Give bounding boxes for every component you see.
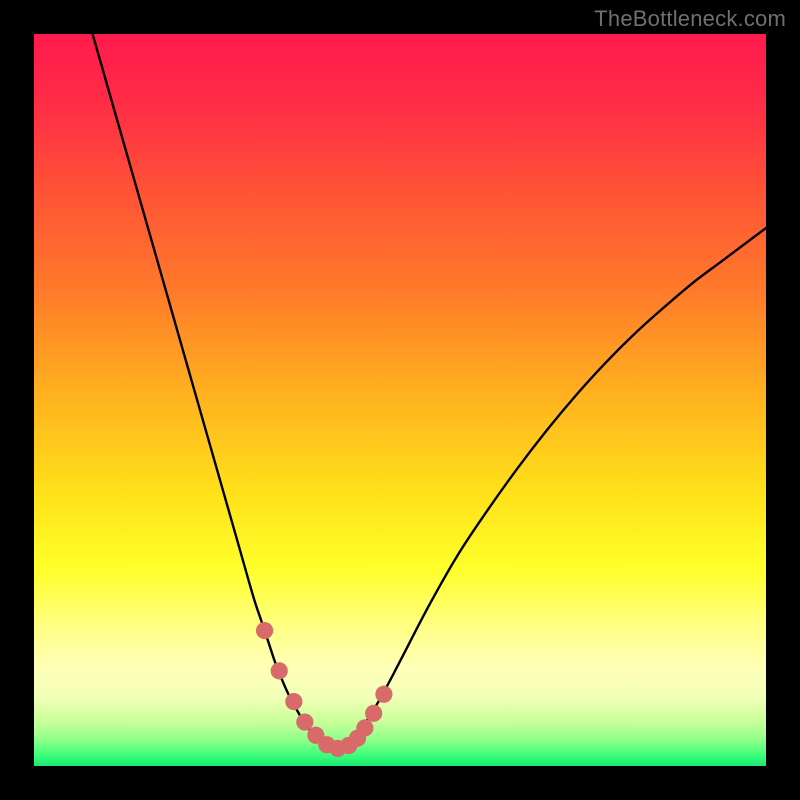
marker-point (285, 693, 302, 710)
marker-point (375, 686, 392, 703)
gradient-background (34, 34, 766, 766)
marker-point (256, 622, 273, 639)
bottleneck-chart (34, 34, 766, 766)
marker-point (365, 705, 382, 722)
chart-frame: TheBottleneck.com (0, 0, 800, 800)
marker-point (356, 719, 373, 736)
marker-point (296, 713, 313, 730)
watermark-label: TheBottleneck.com (594, 6, 786, 32)
marker-point (271, 662, 288, 679)
